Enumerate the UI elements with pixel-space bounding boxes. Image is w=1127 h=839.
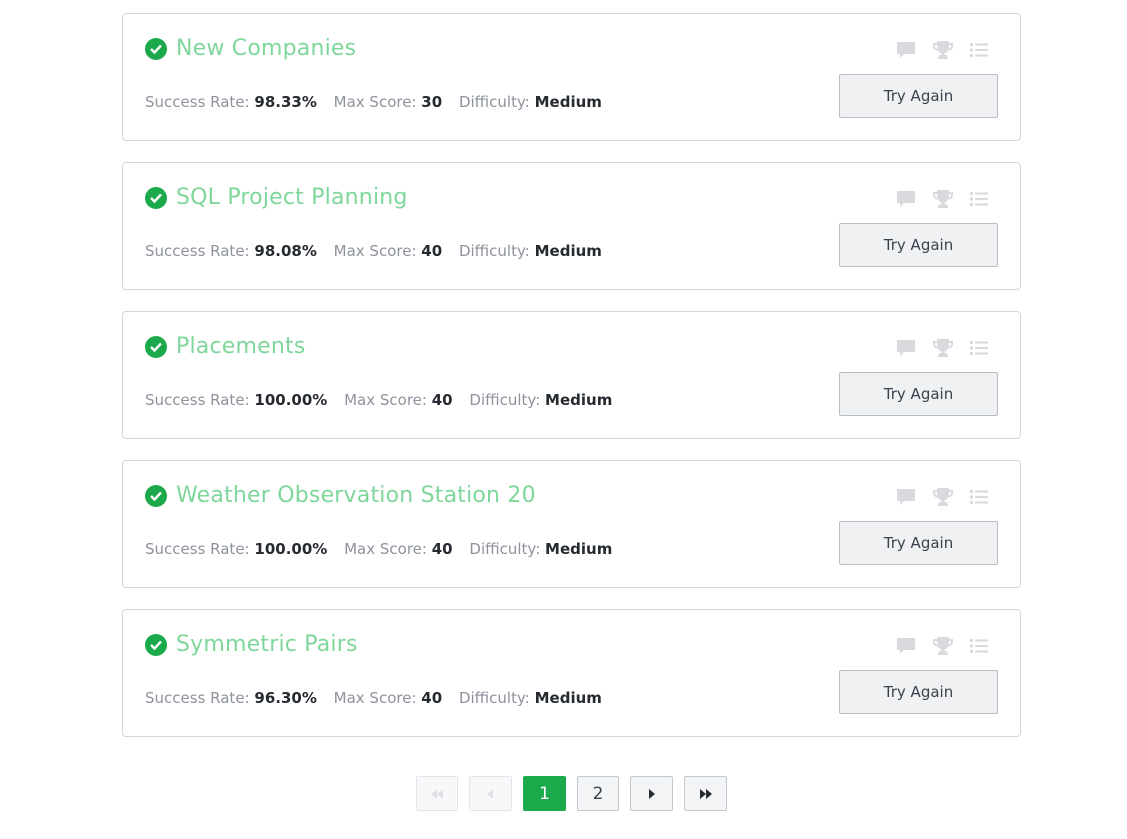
max-score-value: 40	[421, 242, 443, 260]
discussion-icon[interactable]	[896, 41, 916, 59]
trophy-icon[interactable]	[932, 338, 954, 358]
discussion-icon[interactable]	[896, 339, 916, 357]
max-score-label: Max Score:	[344, 391, 427, 409]
trophy-icon[interactable]	[932, 40, 954, 60]
try-again-button[interactable]: Try Again	[839, 670, 998, 714]
difficulty-value: Medium	[545, 391, 613, 409]
max-score-label: Max Score:	[344, 540, 427, 558]
list-icon[interactable]	[970, 192, 988, 206]
challenge-actions	[896, 636, 988, 656]
success-rate-label: Success Rate:	[145, 93, 250, 111]
challenge-card: New Companies Success Rate: 98.33% Max S…	[122, 13, 1021, 141]
check-icon	[145, 484, 167, 507]
discussion-icon[interactable]	[896, 488, 916, 506]
try-again-button[interactable]: Try Again	[839, 521, 998, 565]
list-icon[interactable]	[970, 639, 988, 653]
trophy-icon[interactable]	[932, 636, 954, 656]
max-score-value: 40	[431, 391, 453, 409]
left-icon	[487, 788, 493, 799]
difficulty-value: Medium	[534, 93, 602, 111]
double-right-icon	[699, 788, 712, 799]
page-button-2[interactable]: 2	[577, 776, 619, 811]
difficulty-label: Difficulty:	[469, 391, 541, 409]
next-page-button[interactable]	[630, 776, 673, 811]
challenge-actions	[896, 338, 988, 358]
double-left-icon	[431, 788, 443, 799]
try-again-button[interactable]: Try Again	[839, 74, 998, 118]
success-rate-label: Success Rate:	[145, 689, 250, 707]
challenge-title-row: Symmetric Pairs	[145, 632, 358, 657]
success-rate-label: Success Rate:	[145, 391, 250, 409]
difficulty-value: Medium	[534, 689, 602, 707]
max-score-label: Max Score:	[333, 93, 417, 111]
challenge-meta: Success Rate: 96.30% Max Score: 40 Diffi…	[145, 689, 614, 707]
difficulty-label: Difficulty:	[458, 93, 530, 111]
success-rate-value: 98.08%	[254, 242, 317, 260]
challenge-title-row: Weather Observation Station 20	[145, 483, 536, 508]
difficulty-value: Medium	[545, 540, 613, 558]
check-icon	[145, 335, 167, 358]
page-button-1[interactable]: 1	[523, 776, 566, 811]
success-rate-value: 100.00%	[254, 391, 328, 409]
challenge-title[interactable]: Symmetric Pairs	[176, 632, 358, 657]
difficulty-value: Medium	[534, 242, 602, 260]
difficulty-label: Difficulty:	[458, 242, 530, 260]
discussion-icon[interactable]	[896, 637, 916, 655]
challenge-meta: Success Rate: 98.08% Max Score: 40 Diffi…	[145, 242, 614, 260]
max-score-value: 40	[431, 540, 453, 558]
challenge-meta: Success Rate: 100.00% Max Score: 40 Diff…	[145, 540, 624, 558]
check-icon	[145, 633, 167, 656]
success-rate-label: Success Rate:	[145, 242, 250, 260]
challenge-card: Symmetric Pairs Success Rate: 96.30% Max…	[122, 609, 1021, 737]
challenge-card: Weather Observation Station 20 Success R…	[122, 460, 1021, 588]
challenge-actions	[896, 189, 988, 209]
prev-page-button[interactable]	[469, 776, 512, 811]
list-icon[interactable]	[970, 43, 988, 57]
challenge-actions	[896, 40, 988, 60]
challenge-title[interactable]: SQL Project Planning	[176, 185, 408, 210]
challenge-card: SQL Project Planning Success Rate: 98.08…	[122, 162, 1021, 290]
last-page-button[interactable]	[684, 776, 727, 811]
challenge-actions	[896, 487, 988, 507]
challenge-title-row: SQL Project Planning	[145, 185, 408, 210]
discussion-icon[interactable]	[896, 190, 916, 208]
right-icon	[649, 788, 655, 799]
check-icon	[145, 186, 167, 209]
success-rate-value: 100.00%	[254, 540, 328, 558]
challenge-card: Placements Success Rate: 100.00% Max Sco…	[122, 311, 1021, 439]
trophy-icon[interactable]	[932, 487, 954, 507]
success-rate-value: 98.33%	[254, 93, 317, 111]
list-icon[interactable]	[970, 490, 988, 504]
challenge-title-row: New Companies	[145, 36, 356, 61]
try-again-button[interactable]: Try Again	[839, 372, 998, 416]
success-rate-value: 96.30%	[254, 689, 317, 707]
first-page-button[interactable]	[416, 776, 458, 811]
max-score-label: Max Score:	[333, 242, 417, 260]
challenge-title[interactable]: Weather Observation Station 20	[176, 483, 536, 508]
max-score-value: 40	[421, 689, 443, 707]
challenge-title[interactable]: Placements	[176, 334, 306, 359]
trophy-icon[interactable]	[932, 189, 954, 209]
challenge-meta: Success Rate: 98.33% Max Score: 30 Diffi…	[145, 93, 614, 111]
max-score-label: Max Score:	[333, 689, 417, 707]
check-icon	[145, 37, 167, 60]
list-icon[interactable]	[970, 341, 988, 355]
challenge-meta: Success Rate: 100.00% Max Score: 40 Diff…	[145, 391, 624, 409]
challenge-list: New Companies Success Rate: 98.33% Max S…	[122, 13, 1021, 758]
challenge-title-row: Placements	[145, 334, 306, 359]
challenge-title[interactable]: New Companies	[176, 36, 356, 61]
difficulty-label: Difficulty:	[458, 689, 530, 707]
pagination: 1 2	[416, 776, 738, 811]
max-score-value: 30	[421, 93, 443, 111]
difficulty-label: Difficulty:	[469, 540, 541, 558]
try-again-button[interactable]: Try Again	[839, 223, 998, 267]
success-rate-label: Success Rate:	[145, 540, 250, 558]
